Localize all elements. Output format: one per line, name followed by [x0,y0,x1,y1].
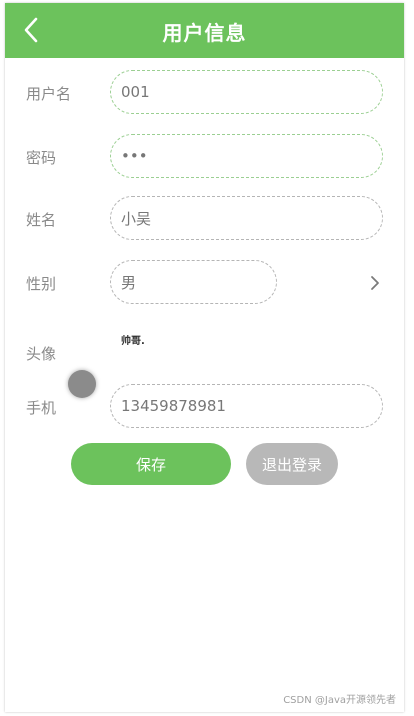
gender-label: 性别 [26,275,57,293]
avatar[interactable]: 帅哥. [121,332,145,347]
app-header: 用户信息 [5,3,404,58]
username-row: 用户名 001 [5,70,404,118]
avatar-label: 头像 [26,345,57,363]
phone-field[interactable]: 13459878981 [110,384,383,428]
password-field[interactable]: ••• [110,134,383,178]
username-label: 用户名 [26,85,72,103]
page-title: 用户信息 [162,21,247,45]
gender-field[interactable]: 男 [110,260,277,304]
gender-row: 性别 男 [5,260,404,308]
watermark: CSDN @Java开源领先者 [283,695,396,706]
name-label: 姓名 [26,211,57,229]
phone-frame: 用户信息 用户名 001 密码 ••• 姓名 小吴 性别 男 头像 帅哥. 手机… [5,3,404,712]
username-field[interactable]: 001 [110,70,383,114]
avatar-row: 头像 帅哥. [5,330,404,378]
password-row: 密码 ••• [5,134,404,182]
logout-button[interactable]: 退出登录 [246,443,338,485]
name-field[interactable]: 小吴 [110,196,383,240]
chevron-right-icon[interactable] [368,273,382,293]
save-button[interactable]: 保存 [71,443,231,485]
name-row: 姓名 小吴 [5,196,404,244]
phone-row: 手机 13459878981 [5,384,404,432]
password-label: 密码 [26,149,57,167]
phone-label: 手机 [26,399,57,417]
